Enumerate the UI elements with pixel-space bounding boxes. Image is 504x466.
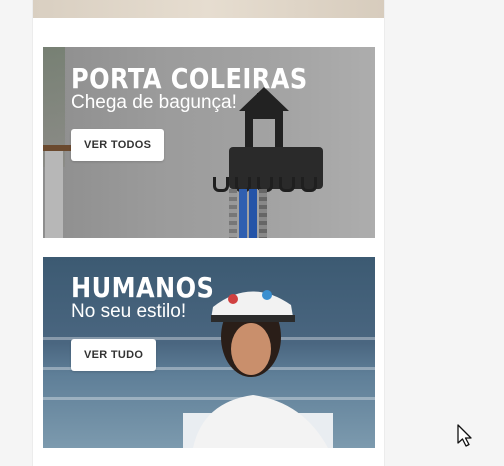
- banner-title: HUMANOS: [71, 271, 215, 304]
- mouse-pointer-icon: [457, 424, 472, 447]
- banner-subtitle: Chega de bagunça!: [71, 92, 237, 113]
- banner-subtitle: No seu estilo!: [71, 301, 187, 322]
- banner-humanos[interactable]: HUMANOS No seu estilo! VER TUDO: [43, 257, 375, 448]
- ver-todos-button[interactable]: VER TODOS: [71, 129, 165, 161]
- previous-banner-edge: [33, 0, 384, 18]
- banner-porta-coleiras[interactable]: PORTA COLEIRAS Chega de bagunça! VER TOD…: [43, 47, 375, 238]
- page-content-column: PORTA COLEIRAS Chega de bagunça! VER TOD…: [32, 0, 385, 466]
- ver-tudo-button[interactable]: VER TUDO: [71, 339, 157, 371]
- banner-title: PORTA COLEIRAS: [71, 62, 308, 95]
- vase-decor: [45, 151, 63, 238]
